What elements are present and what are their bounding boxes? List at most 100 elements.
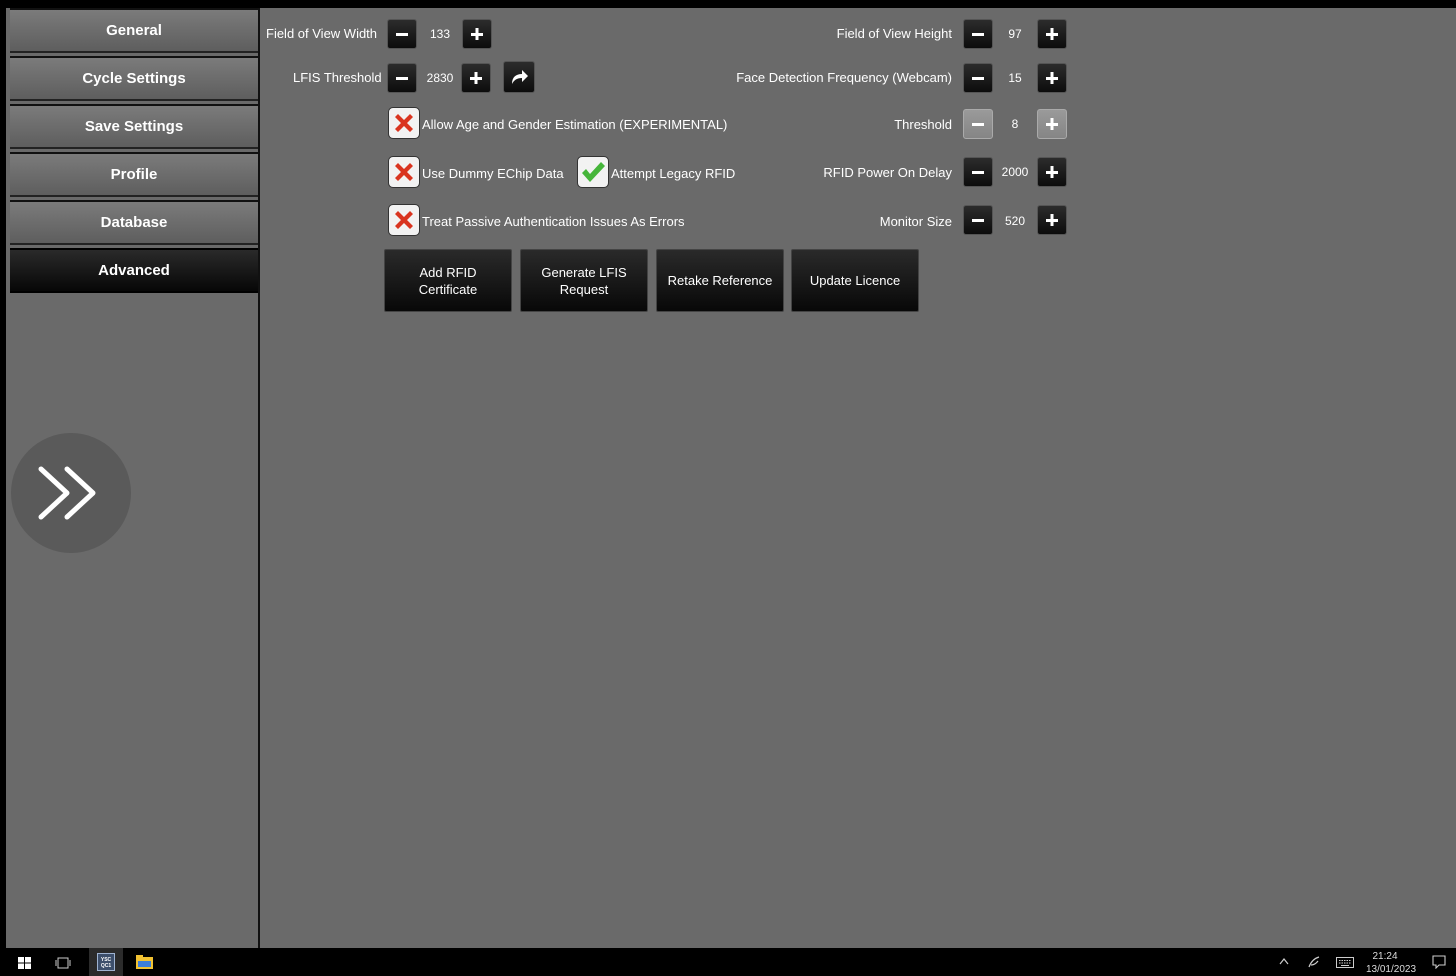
plus-icon xyxy=(470,72,482,84)
fov-height-label: Field of View Height xyxy=(836,26,952,41)
fov-width-increment-button[interactable] xyxy=(462,19,492,49)
notification-icon xyxy=(1432,955,1446,969)
red-cross-icon xyxy=(395,163,413,181)
windows-start-button[interactable] xyxy=(18,957,31,969)
lfis-threshold-label: LFIS Threshold xyxy=(293,70,382,85)
taskbar: YSC QC1 21:24 13/01/2023 xyxy=(0,948,1456,976)
plus-icon xyxy=(1046,28,1058,40)
monitor-size-decrement-button[interactable] xyxy=(963,205,993,235)
sidebar-item-database[interactable]: Database xyxy=(10,200,258,245)
app-window: General Cycle Settings Save Settings Pro… xyxy=(0,0,1456,948)
lfis-threshold-increment-button[interactable] xyxy=(461,63,491,93)
generate-lfis-request-label: Generate LFIS Request xyxy=(541,264,627,297)
sidebar-item-label: Database xyxy=(100,214,168,231)
dummy-echip-checkbox[interactable] xyxy=(388,156,420,188)
generate-lfis-request-button[interactable]: Generate LFIS Request xyxy=(520,249,648,312)
minus-icon xyxy=(972,77,984,80)
monitor-size-value: 520 xyxy=(1004,214,1026,228)
plus-icon xyxy=(1046,72,1058,84)
age-gender-checkbox[interactable] xyxy=(388,107,420,139)
task-view-icon xyxy=(55,957,71,969)
minus-icon xyxy=(396,77,408,80)
red-cross-icon xyxy=(395,114,413,132)
passive-auth-label: Treat Passive Authentication Issues As E… xyxy=(422,214,685,229)
fov-height-decrement-button[interactable] xyxy=(963,19,993,49)
face-detection-frequency-label: Face Detection Frequency (Webcam) xyxy=(736,70,952,85)
minus-icon xyxy=(972,33,984,36)
plus-icon xyxy=(471,28,483,40)
sidebar-item-label: Profile xyxy=(110,166,158,183)
lfis-apply-button[interactable] xyxy=(503,61,535,93)
update-licence-label: Update Licence xyxy=(809,273,901,288)
fov-width-value: 133 xyxy=(429,27,451,41)
minus-icon xyxy=(972,171,984,174)
plus-icon xyxy=(1046,214,1058,226)
redo-arrow-icon xyxy=(512,70,528,84)
fov-width-label: Field of View Width xyxy=(266,26,378,41)
double-chevron-right-icon xyxy=(38,466,96,520)
passive-auth-checkbox[interactable] xyxy=(388,204,420,236)
monitor-size-label: Monitor Size xyxy=(879,214,952,229)
tray-pen-icon-button[interactable] xyxy=(1307,955,1321,969)
monitor-size-increment-button[interactable] xyxy=(1037,205,1067,235)
sidebar-item-profile[interactable]: Profile xyxy=(10,152,258,197)
sidebar-item-general[interactable]: General xyxy=(10,8,258,53)
pen-icon xyxy=(1308,956,1320,968)
threshold-label: Threshold xyxy=(894,117,952,132)
add-rfid-certificate-button[interactable]: Add RFID Certificate xyxy=(384,249,512,312)
lfis-threshold-value: 2830 xyxy=(426,71,454,85)
keyboard-icon xyxy=(1336,957,1354,968)
red-cross-icon xyxy=(395,211,413,229)
fov-height-value: 97 xyxy=(1008,27,1022,41)
sidebar: General Cycle Settings Save Settings Pro… xyxy=(6,8,258,948)
fov-width-decrement-button[interactable] xyxy=(387,19,417,49)
taskbar-file-explorer[interactable] xyxy=(136,955,153,969)
legacy-rfid-label: Attempt Legacy RFID xyxy=(611,166,736,181)
plus-icon xyxy=(1046,166,1058,178)
ysc-app-icon: YSC QC1 xyxy=(97,953,115,971)
taskbar-app-ysc[interactable]: YSC QC1 xyxy=(89,948,123,976)
expand-sidebar-button[interactable] xyxy=(11,433,131,553)
rfid-power-on-delay-increment-button[interactable] xyxy=(1037,157,1067,187)
sidebar-item-cycle-settings[interactable]: Cycle Settings xyxy=(10,56,258,101)
sidebar-item-label: Cycle Settings xyxy=(82,70,186,87)
age-gender-label: Allow Age and Gender Estimation (EXPERIM… xyxy=(422,117,728,132)
face-detection-frequency-decrement-button[interactable] xyxy=(963,63,993,93)
task-view-button[interactable] xyxy=(55,957,71,969)
threshold-value: 8 xyxy=(1011,117,1019,131)
minus-icon xyxy=(972,123,984,126)
legacy-rfid-checkbox[interactable] xyxy=(577,156,609,188)
windows-logo-icon xyxy=(18,957,31,969)
face-detection-frequency-increment-button[interactable] xyxy=(1037,63,1067,93)
face-detection-frequency-value: 15 xyxy=(1008,71,1022,85)
lfis-threshold-decrement-button[interactable] xyxy=(387,63,417,93)
green-check-icon xyxy=(582,162,605,182)
sidebar-item-label: Advanced xyxy=(98,262,170,279)
tray-keyboard-button[interactable] xyxy=(1336,957,1354,968)
sidebar-item-label: General xyxy=(106,22,162,39)
retake-reference-label: Retake Reference xyxy=(667,273,773,288)
threshold-increment-button[interactable] xyxy=(1037,109,1067,139)
plus-icon xyxy=(1046,118,1058,130)
sidebar-item-save-settings[interactable]: Save Settings xyxy=(10,104,258,149)
retake-reference-button[interactable]: Retake Reference xyxy=(656,249,784,312)
sidebar-item-advanced[interactable]: Advanced xyxy=(10,248,258,293)
add-rfid-certificate-label: Add RFID Certificate xyxy=(418,264,478,297)
tray-overflow-button[interactable] xyxy=(1279,957,1289,965)
minus-icon xyxy=(972,219,984,222)
rfid-power-on-delay-value: 2000 xyxy=(1001,165,1029,179)
fov-height-increment-button[interactable] xyxy=(1037,19,1067,49)
clock-date[interactable]: 13/01/2023 xyxy=(1362,964,1420,975)
rfid-power-on-delay-label: RFID Power On Delay xyxy=(823,165,952,180)
dummy-echip-label: Use Dummy EChip Data xyxy=(422,166,564,181)
folder-icon xyxy=(136,955,153,969)
threshold-decrement-button[interactable] xyxy=(963,109,993,139)
chevron-up-icon xyxy=(1279,958,1289,965)
action-center-button[interactable] xyxy=(1432,955,1446,969)
clock-time[interactable]: 21:24 xyxy=(1366,951,1404,962)
advanced-settings-panel: Field of View Width 133 Field of View He… xyxy=(260,8,1456,948)
update-licence-button[interactable]: Update Licence xyxy=(791,249,919,312)
rfid-power-on-delay-decrement-button[interactable] xyxy=(963,157,993,187)
sidebar-item-label: Save Settings xyxy=(84,118,184,135)
minus-icon xyxy=(396,33,408,36)
